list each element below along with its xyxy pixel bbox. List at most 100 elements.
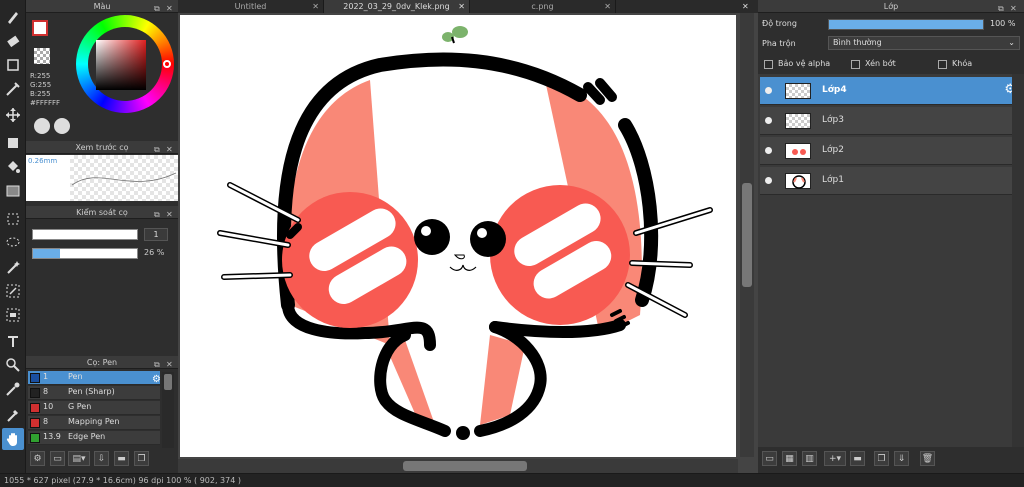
lock-checkbox[interactable] (938, 60, 947, 69)
brush-size: 8 (43, 417, 49, 426)
select-pen-tool-icon[interactable] (2, 280, 24, 302)
pen-tool-icon[interactable] (2, 78, 24, 100)
saturation-value-box[interactable] (96, 40, 146, 90)
layer-opacity-label: Độ trong (762, 19, 797, 28)
brush-duplicate-icon[interactable]: ❐ (134, 451, 149, 466)
tool-bar (0, 0, 26, 473)
tab-klek[interactable]: 2022_03_29_0dv_Klek.png ✕ (324, 0, 470, 13)
brush-menu-icon[interactable]: ▤▾ (68, 451, 90, 466)
horizontal-scrollbar[interactable] (178, 459, 738, 473)
layer-opacity-slider[interactable] (828, 19, 984, 30)
transparent-color-swatch[interactable] (34, 48, 50, 64)
vertical-scrollbar[interactable] (740, 13, 754, 457)
gradient-tool-icon[interactable] (2, 180, 24, 202)
palette-icon[interactable] (34, 118, 50, 134)
brush-list-item[interactable]: 8 Pen (Sharp) (28, 386, 160, 400)
brush-download-icon[interactable]: ⇩ (94, 451, 109, 466)
lasso-tool-icon[interactable] (2, 232, 24, 254)
blend-mode-select[interactable]: Bình thường ⌄ (828, 36, 1020, 50)
eyedropper-tool-icon[interactable] (2, 378, 24, 400)
brush-tool-icon[interactable] (2, 6, 24, 28)
fill-rect-tool-icon[interactable] (2, 132, 24, 154)
brush-list-item[interactable]: 13.9 Edge Pen (28, 431, 160, 445)
brush-list-scrollbar[interactable] (162, 372, 174, 448)
tab-untitled[interactable]: Untitled ✕ (178, 0, 324, 13)
brush-list-item[interactable]: 1 Pen (28, 371, 160, 385)
brush-size-slider[interactable] (32, 229, 138, 240)
layer-thumbnail (785, 83, 811, 99)
layer-add-menu-icon[interactable]: +▾ (824, 451, 846, 466)
brush-opacity-slider[interactable] (32, 248, 138, 259)
brush-color-swatch (30, 433, 40, 443)
protect-alpha-label: Bảo vệ alpha (778, 59, 831, 68)
layer-row-1[interactable]: Lớp1 (760, 167, 1020, 195)
palette-settings-icon[interactable] (54, 118, 70, 134)
layer-list-scrollbar[interactable] (1012, 74, 1024, 447)
brush-new-icon[interactable]: ▭ (50, 451, 65, 466)
divide-tool-icon[interactable] (2, 354, 24, 376)
canvas-area[interactable] (178, 13, 758, 473)
visibility-icon[interactable] (765, 177, 772, 184)
visibility-icon[interactable] (765, 147, 772, 154)
visibility-icon[interactable] (765, 117, 772, 124)
brush-add-icon[interactable]: ⚙ (30, 451, 45, 466)
hex-value: #FFFFFF (30, 99, 61, 107)
hue-handle[interactable] (163, 60, 171, 68)
visibility-icon[interactable] (765, 87, 772, 94)
merge-layer-icon[interactable]: ⇓ (894, 451, 909, 466)
brush-list-item[interactable]: 8 Mapping Pen (28, 416, 160, 430)
layer-panel-title-text: Lớp (883, 2, 899, 11)
brush-color-swatch (30, 388, 40, 398)
close-icon[interactable]: ✕ (166, 2, 173, 15)
popout-icon[interactable]: ⧉ (154, 2, 160, 15)
layer-row-3[interactable]: Lớp3 (760, 107, 1020, 135)
brush-settings-gear-icon[interactable]: ⚙ (152, 374, 161, 385)
brush-name: Edge Pen (68, 432, 106, 441)
new-halftone-layer-icon[interactable]: ▦ (782, 451, 797, 466)
move-tool-icon[interactable] (2, 104, 24, 126)
eyedropper-alt-tool-icon[interactable] (2, 404, 24, 426)
tab-close-icon[interactable]: ✕ (604, 0, 611, 13)
close-icon[interactable]: ✕ (1010, 2, 1017, 15)
popout-icon[interactable]: ⧉ (998, 2, 1004, 15)
new-layer-icon[interactable]: ▭ (762, 451, 777, 466)
tab-close-icon[interactable]: ✕ (312, 0, 319, 13)
bucket-tool-icon[interactable] (2, 156, 24, 178)
brush-color-swatch (30, 418, 40, 428)
text-tool-icon[interactable] (2, 330, 24, 352)
duplicate-layer-icon[interactable]: ❐ (874, 451, 889, 466)
brush-size-value[interactable]: 1 (144, 228, 168, 241)
drawing-canvas[interactable] (180, 15, 736, 457)
delete-layer-icon[interactable]: 🗑 (920, 451, 935, 466)
tabs-close-icon[interactable]: ✕ (742, 2, 749, 11)
brush-folder-icon[interactable]: ▬ (114, 451, 129, 466)
layer-row-4[interactable]: Lớp4 ⚙ (760, 77, 1020, 105)
close-icon[interactable]: ✕ (166, 358, 173, 371)
select-tool-icon[interactable] (2, 208, 24, 230)
layer-folder-icon[interactable]: ▬ (850, 451, 865, 466)
magic-wand-tool-icon[interactable] (2, 256, 24, 278)
r-value: R:255 (30, 72, 51, 80)
document-tabs: Untitled ✕ 2022_03_29_0dv_Klek.png ✕ c.png… (178, 0, 758, 13)
clipping-checkbox[interactable] (851, 60, 860, 69)
select-eraser-tool-icon[interactable] (2, 304, 24, 326)
tab-c[interactable]: c.png ✕ (470, 0, 616, 13)
brush-list-title: Cọ: Pen ⧉ ✕ (26, 356, 178, 369)
foreground-color-swatch[interactable] (32, 20, 48, 36)
protect-alpha-checkbox[interactable] (764, 60, 773, 69)
layer-row-2[interactable]: Lớp2 (760, 137, 1020, 165)
eraser-tool-icon[interactable] (2, 30, 24, 52)
vertical-scroll-thumb[interactable] (742, 183, 752, 287)
brush-list-scroll-thumb[interactable] (164, 374, 172, 390)
layer-panel-title: Lớp ⧉ ✕ (758, 0, 1024, 13)
horizontal-scroll-thumb[interactable] (403, 461, 527, 471)
b-value: B:255 (30, 90, 51, 98)
popout-icon[interactable]: ⧉ (154, 208, 160, 221)
tab-close-icon[interactable]: ✕ (458, 0, 465, 13)
brush-list-item[interactable]: 10 G Pen (28, 401, 160, 415)
hand-tool-icon[interactable] (2, 428, 24, 450)
new-8bit-layer-icon[interactable]: ▥ (802, 451, 817, 466)
select-rect-tool-icon[interactable] (2, 54, 24, 76)
popout-icon[interactable]: ⧉ (154, 358, 160, 371)
close-icon[interactable]: ✕ (166, 208, 173, 221)
